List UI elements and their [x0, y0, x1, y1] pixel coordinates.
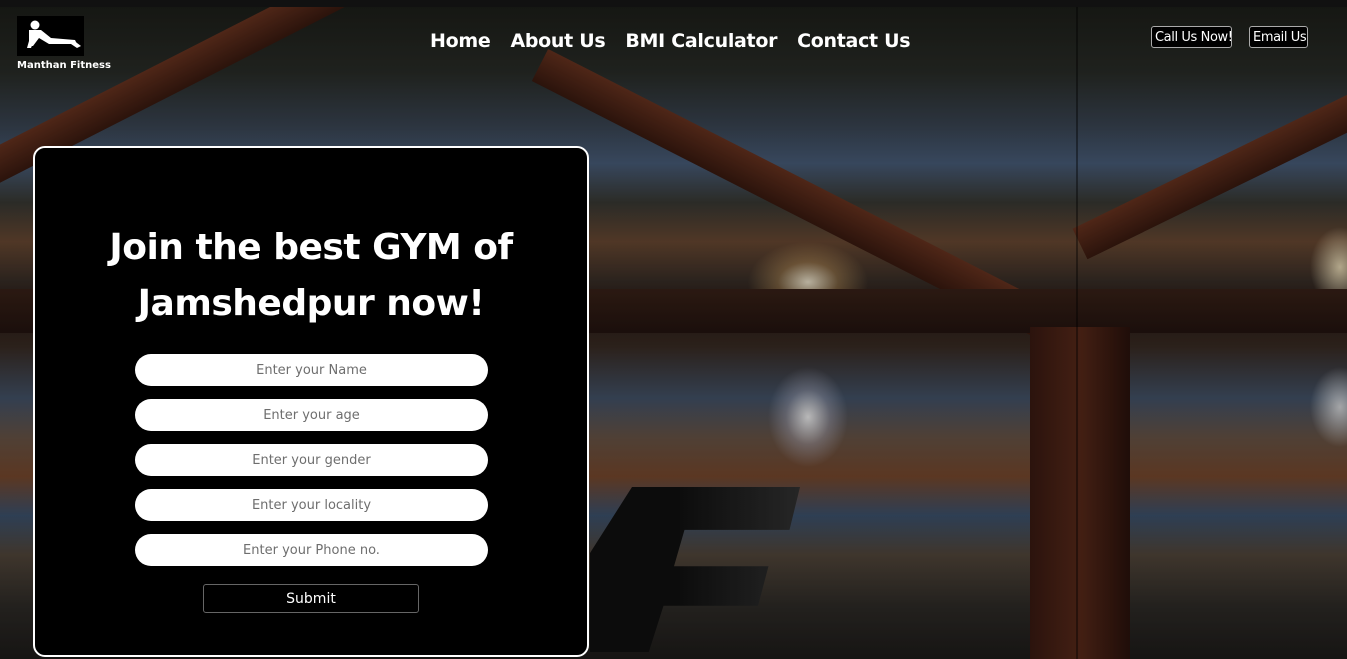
main-nav: Home About Us BMI Calculator Contact Us	[430, 30, 911, 52]
phone-input[interactable]	[135, 534, 488, 566]
locality-input[interactable]	[135, 489, 488, 521]
name-input[interactable]	[135, 354, 488, 386]
pushup-person-icon	[27, 20, 81, 48]
age-input[interactable]	[135, 399, 488, 431]
signup-title-line-1: Join the best GYM of	[109, 227, 513, 268]
signup-card: Join the best GYM of Jamshedpur now! Sub…	[33, 146, 589, 657]
brand-logo[interactable]	[17, 16, 84, 56]
nav-item-home[interactable]: Home	[430, 30, 491, 52]
brand-name: Manthan Fitness	[17, 60, 111, 71]
nav-item-about-us[interactable]: About Us	[510, 30, 605, 52]
nav-item-bmi-calculator[interactable]: BMI Calculator	[625, 30, 777, 52]
email-us-button[interactable]: Email Us	[1249, 26, 1308, 48]
top-strip	[0, 0, 1347, 7]
submit-button[interactable]: Submit	[203, 584, 419, 613]
nav-item-contact-us[interactable]: Contact Us	[797, 30, 910, 52]
signup-title: Join the best GYM of Jamshedpur now!	[35, 220, 587, 332]
call-us-button[interactable]: Call Us Now!	[1151, 26, 1233, 48]
signup-title-line-2: Jamshedpur now!	[137, 283, 485, 324]
gender-input[interactable]	[135, 444, 488, 476]
